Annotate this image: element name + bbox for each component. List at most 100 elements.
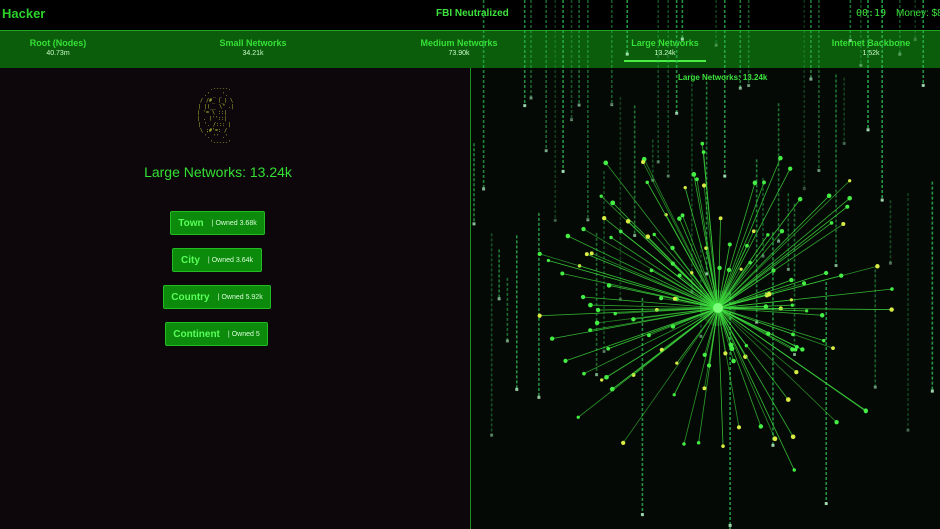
network-node (613, 311, 617, 316)
network-node (794, 369, 799, 375)
rain-head (809, 77, 813, 81)
network-node (702, 352, 707, 358)
network-node (582, 371, 586, 376)
network-node (563, 358, 568, 363)
network-node (580, 294, 586, 300)
rain-head (921, 83, 925, 87)
rain-head (842, 141, 846, 145)
network-node (682, 442, 686, 446)
network-node (537, 313, 542, 318)
network-node (792, 468, 796, 472)
rain-head (824, 502, 828, 506)
rain-head (553, 218, 557, 222)
network-node (790, 303, 794, 307)
network-node (537, 251, 542, 256)
network-node (652, 232, 656, 237)
network-burst-canvas (472, 0, 934, 529)
network-node (794, 344, 799, 349)
network-node (731, 358, 736, 364)
network-node (694, 177, 699, 182)
rain-head (529, 96, 533, 100)
network-node (831, 346, 835, 350)
rain-head (586, 218, 590, 222)
network-node (752, 180, 758, 186)
rain-head (873, 385, 877, 389)
network-node (606, 346, 611, 351)
network-node (889, 307, 894, 312)
network-node (576, 415, 580, 419)
rain-head (570, 118, 574, 122)
network-node (790, 347, 795, 352)
rain-head (792, 352, 796, 356)
network-node (696, 440, 701, 445)
network-node (683, 185, 687, 190)
network-node (672, 393, 676, 397)
rain-head (747, 83, 751, 87)
network-node (621, 440, 626, 446)
rain-head (848, 38, 852, 42)
visualization-title: Large Networks: 13.24k (678, 73, 768, 82)
network-node (728, 342, 734, 348)
rain-head (595, 373, 599, 377)
rain-head (544, 149, 548, 153)
network-link (622, 307, 719, 444)
rain-head (515, 387, 519, 391)
network-core (713, 303, 723, 313)
network-node (631, 317, 636, 322)
network-node (863, 409, 868, 414)
rain-head (728, 524, 732, 527)
network-node (595, 307, 601, 313)
network-node (772, 436, 778, 442)
network-node (645, 180, 649, 185)
rain-head (888, 261, 892, 265)
network-node (604, 374, 609, 380)
rain-head (472, 222, 476, 226)
rain-head (625, 52, 629, 56)
rain-head (523, 104, 527, 108)
rain-head (610, 103, 614, 107)
network-node (890, 287, 894, 291)
network-node (603, 160, 609, 166)
rain-head (640, 513, 644, 517)
network-node (549, 336, 555, 341)
network-node (581, 226, 586, 232)
network-node (848, 179, 852, 183)
rain-head (497, 297, 501, 301)
network-node (739, 267, 743, 271)
network-link (717, 307, 724, 447)
rain-head (482, 187, 486, 191)
network-node (839, 273, 844, 278)
rain-head (561, 169, 565, 173)
network-node (847, 195, 852, 201)
rain-head (771, 443, 775, 447)
network-node (789, 298, 794, 302)
rain-head (859, 63, 863, 67)
rain-head (786, 267, 790, 271)
network-node (875, 264, 880, 269)
network-node (841, 221, 846, 227)
network-node (766, 291, 772, 297)
network-node (805, 309, 809, 313)
network-node (647, 333, 651, 338)
network-node (584, 252, 589, 257)
network-link (717, 222, 832, 309)
network-node (589, 251, 594, 256)
rain-head (602, 349, 606, 353)
network-node (701, 183, 707, 188)
network-node (736, 425, 742, 430)
network-node (766, 331, 771, 336)
network-node (690, 271, 694, 275)
network-link (577, 307, 719, 418)
network-node (791, 332, 795, 337)
rain-head (656, 160, 660, 164)
network-node (609, 235, 613, 240)
network-link (717, 157, 781, 309)
rain-head (666, 174, 670, 178)
rain-head (537, 395, 541, 399)
network-node (800, 347, 805, 352)
network-node (691, 172, 697, 177)
network-node (677, 216, 682, 221)
rain-head (577, 103, 581, 107)
network-node (763, 304, 769, 309)
network-node (829, 221, 834, 225)
